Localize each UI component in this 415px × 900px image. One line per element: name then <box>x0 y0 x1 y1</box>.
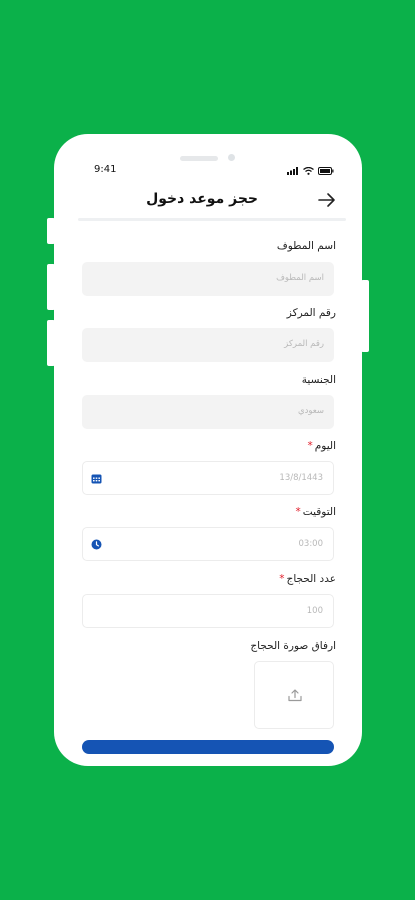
center-number-input[interactable]: رقم المركز <box>82 328 334 362</box>
signal-icon <box>287 167 298 175</box>
nationality-select[interactable]: سعودي <box>82 395 334 429</box>
phone-speaker <box>180 156 218 161</box>
status-time: 9:41 <box>94 164 117 175</box>
pilgrims-count-label-text: عدد الحجاج <box>286 573 336 585</box>
day-value: 13/8/1443 <box>279 473 323 483</box>
pilgrims-count-input[interactable]: 100 <box>82 594 334 628</box>
day-label-text: اليوم <box>314 440 336 452</box>
pilgrims-count-value: 100 <box>306 606 323 616</box>
day-label: اليوم* <box>308 440 336 452</box>
time-required-mark: * <box>295 506 301 518</box>
submit-button[interactable] <box>82 740 334 754</box>
time-label-text: التوقيت <box>302 506 336 518</box>
phone-screen: 9:41 حجز موعد دخول اسم المطوف اسم المطوف… <box>54 134 362 766</box>
day-required-mark: * <box>307 440 313 452</box>
day-date-picker[interactable]: 13/8/1443 <box>82 461 334 495</box>
phone-camera <box>228 154 235 161</box>
page-title: حجز موعد دخول <box>146 191 258 207</box>
center-number-label: رقم المركز <box>286 307 336 319</box>
employee-name-placeholder: اسم المطوف <box>276 273 324 283</box>
status-icons <box>287 167 334 175</box>
power-button-hw <box>361 280 369 352</box>
time-value: 03:00 <box>298 539 324 549</box>
status-bar: 9:41 <box>54 164 362 180</box>
nationality-label: الجنسية <box>301 374 336 386</box>
nationality-value: سعودي <box>297 406 324 416</box>
app-header: حجز موعد دخول <box>54 186 362 216</box>
battery-icon <box>318 167 334 175</box>
center-number-placeholder: رقم المركز <box>284 339 324 349</box>
attach-photo-label: ارفاق صورة الحجاج <box>250 640 336 652</box>
clock-icon[interactable] <box>91 539 102 550</box>
calendar-icon[interactable] <box>91 473 102 484</box>
photo-upload-box[interactable] <box>254 661 334 729</box>
wifi-icon <box>303 167 314 175</box>
time-label: التوقيت* <box>296 506 336 518</box>
employee-name-label: اسم المطوف <box>276 240 336 252</box>
upload-icon <box>288 689 302 702</box>
back-arrow-icon[interactable] <box>318 192 336 208</box>
employee-name-input[interactable]: اسم المطوف <box>82 262 334 296</box>
pilgrims-count-label: عدد الحجاج* <box>279 573 336 585</box>
header-divider <box>78 218 346 221</box>
pilgrims-count-required-mark: * <box>279 573 285 585</box>
time-picker[interactable]: 03:00 <box>82 527 334 561</box>
